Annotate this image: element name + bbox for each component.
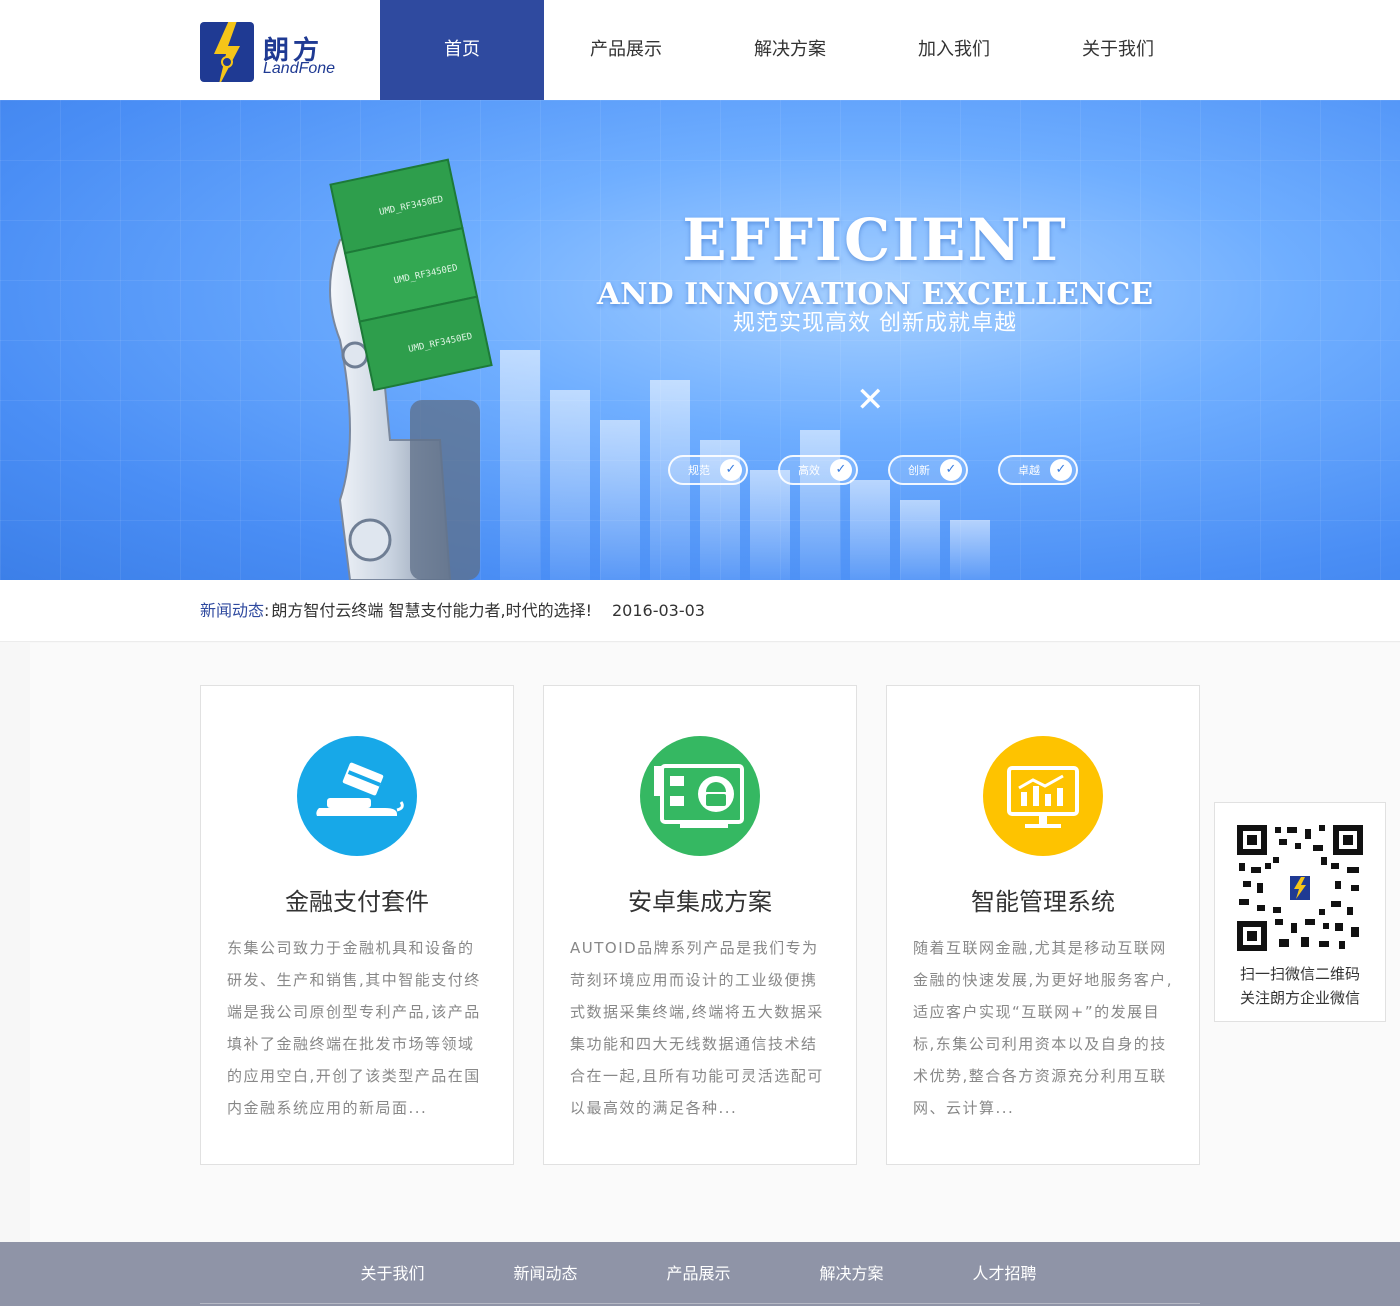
news-headline-link[interactable]: 朗方智付云终端 智慧支付能力者,时代的选择! [271,601,592,620]
footer-link-products[interactable]: 产品展示 [622,1242,775,1306]
footer-nav: 关于我们 新闻动态 产品展示 解决方案 人才招聘 [316,1242,1081,1306]
footer-link-careers[interactable]: 人才招聘 [928,1242,1081,1306]
banner-subheadline: 规范实现高效 创新成就卓越 [733,311,1017,336]
pill-label: 规范 [688,464,710,477]
card-title: 智能管理系统 [971,888,1115,916]
pill-standard: 规范 ✓ [668,455,748,485]
qr-caption-line-2: 关注朗方企业微信 [1239,989,1360,1007]
brand-name-en: LandFone [263,60,336,77]
pill-efficient: 高效 ✓ [778,455,858,485]
news-separator: : [264,601,270,620]
lightning-logo-icon [200,22,254,82]
nav-item-home[interactable]: 首页 [380,0,544,100]
pill-excellence: 卓越 ✓ [998,455,1078,485]
news-date: 2016-03-03 [612,601,705,620]
news-ticker: 新闻动态: 朗方智付云终端 智慧支付能力者,时代的选择! 2016-03-03 [0,580,1400,642]
main-nav: 首页 产品展示 解决方案 加入我们 关于我们 [380,0,1200,100]
nav-item-join-us[interactable]: 加入我们 [872,0,1036,100]
news-label[interactable]: 新闻动态 [200,601,264,620]
footer-link-news[interactable]: 新闻动态 [469,1242,622,1306]
banner-headline: EFFICIENT AND INNOVATION EXCELLENCE [590,205,1160,315]
check-icon: ✓ [1050,459,1072,481]
card-android-solution[interactable]: 安卓集成方案 AUTOID品牌系列产品是我们专为苛刻环境应用而设计的工业级便携式… [543,685,857,1165]
card-title: 安卓集成方案 [628,888,772,916]
site-header: 朗方 LandFone 首页 产品展示 解决方案 加入我们 关于我们 [0,0,1400,100]
card-payment-icon [297,736,417,856]
card-description: 东集公司致力于金融机具和设备的研发、生产和销售,其中智能支付终端是我公司原创型专… [227,939,481,1117]
qr-caption-line-1: 扫一扫微信二维码 [1239,965,1360,983]
pill-label: 高效 [798,464,820,477]
nav-item-products[interactable]: 产品展示 [544,0,708,100]
card-description: AUTOID品牌系列产品是我们专为苛刻环境应用而设计的工业级便携式数据采集终端,… [570,939,824,1117]
headline-line-1: EFFICIENT [682,206,1068,274]
pill-label: 卓越 [1018,464,1040,477]
card-smart-management[interactable]: 智能管理系统 随着互联网金融,尤其是移动互联网金融的快速发展,为更好地服务客户,… [886,685,1200,1165]
monitor-chart-icon [983,736,1103,856]
pill-innovation: 创新 ✓ [888,455,968,485]
robot-hand-illustration: UMD_RF3450ED UMD_RF3450ED UMD_RF3450ED [329,158,493,580]
banner-pills: 规范 ✓ 高效 ✓ 创新 ✓ 卓越 ✓ [668,455,1078,485]
pill-label: 创新 [908,464,930,477]
android-board-icon [640,736,760,856]
wechat-qr-widget: 扫一扫微信二维码 关注朗方企业微信 [1214,802,1386,1022]
cross-decoration-icon: ✕ [856,380,885,420]
card-finance-payment[interactable]: 金融支付套件 东集公司致力于金融机具和设备的研发、生产和销售,其中智能支付终端是… [200,685,514,1165]
site-footer: 关于我们 新闻动态 产品展示 解决方案 人才招聘 [0,1242,1400,1306]
check-icon: ✓ [940,459,962,481]
footer-divider [200,1303,1200,1304]
nav-item-solutions[interactable]: 解决方案 [708,0,872,100]
logo[interactable]: 朗方 LandFone [200,8,350,88]
check-icon: ✓ [720,459,742,481]
nav-item-about-us[interactable]: 关于我们 [1036,0,1200,100]
hero-banner[interactable]: UMD_RF3450ED UMD_RF3450ED UMD_RF3450ED E… [0,100,1400,580]
footer-link-solutions[interactable]: 解决方案 [775,1242,928,1306]
qr-code-image [1235,823,1365,953]
card-description: 随着互联网金融,尤其是移动互联网金融的快速发展,为更好地服务客户,适应客户实现“… [913,939,1174,1117]
check-icon: ✓ [830,459,852,481]
card-title: 金融支付套件 [285,888,429,916]
footer-link-about-us[interactable]: 关于我们 [316,1242,469,1306]
